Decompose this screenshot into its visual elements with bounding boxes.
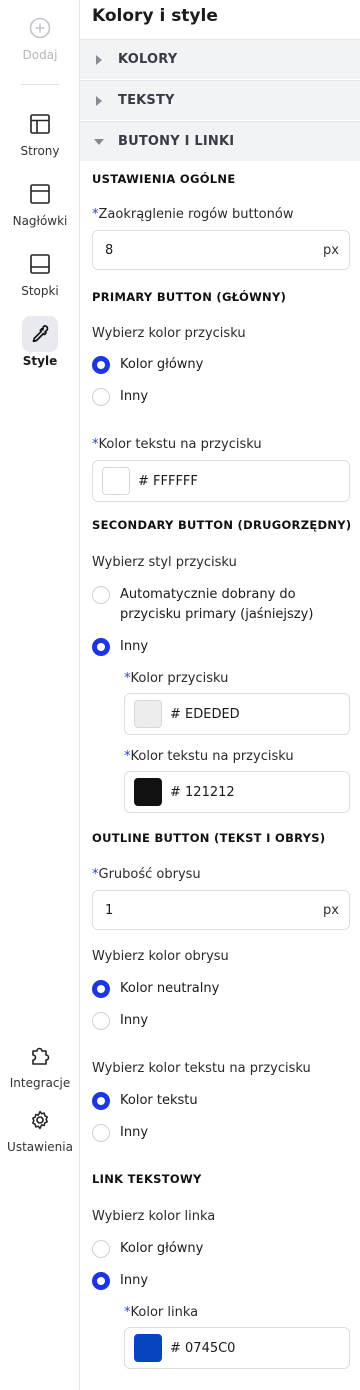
radio-dot: [92, 586, 110, 604]
outline-thickness-label: *Grubość obrysu: [92, 867, 201, 882]
radius-value: 8: [105, 242, 114, 258]
primary-text-color-field[interactable]: # FFFFFF: [92, 460, 350, 502]
rail-style-label: Style: [22, 354, 58, 368]
rail-divider: [20, 84, 60, 85]
plus-circle-icon: [22, 10, 58, 46]
primary-heading: PRIMARY BUTTON (GŁÓWNY): [92, 290, 287, 304]
color-hex: # EDEDED: [170, 706, 240, 722]
rail-integrations[interactable]: Integracje: [0, 1038, 80, 1090]
outline-text-radio-other[interactable]: Inny: [92, 1124, 148, 1143]
link-choose-label: Wybierz kolor linka: [92, 1209, 216, 1224]
left-rail: Dodaj Strony Nagłówki Stopki Style Integ…: [0, 0, 80, 1390]
rail-headers[interactable]: Nagłówki: [0, 176, 80, 228]
color-swatch[interactable]: [134, 778, 162, 806]
outline-thickness-unit: px: [323, 902, 339, 918]
eyedropper-icon: [22, 316, 58, 352]
primary-text-color-label: *Kolor tekstu na przycisku: [92, 437, 262, 452]
link-color-label: *Kolor linka: [124, 1305, 199, 1320]
secondary-choose-label: Wybierz styl przycisku: [92, 555, 237, 570]
outline-radio-other[interactable]: Inny: [92, 1012, 148, 1031]
outline-radio-neutral[interactable]: Kolor neutralny: [92, 980, 219, 999]
rail-style[interactable]: Style: [0, 316, 80, 368]
rail-footers[interactable]: Stopki: [0, 246, 80, 298]
rail-settings[interactable]: Ustawienia: [0, 1102, 80, 1154]
radio-dot: [92, 1124, 110, 1142]
rail-add[interactable]: Dodaj: [0, 10, 80, 62]
radio-dot: [92, 980, 110, 998]
styles-panel: Kolory i style KOLORY TEKSTY BUTONY I LI…: [80, 0, 360, 1390]
primary-radio-other[interactable]: Inny: [92, 388, 148, 407]
chevron-right-icon: [80, 95, 118, 106]
accordion-texts-label: TEKSTY: [118, 93, 175, 108]
outline-text-color-label: Wybierz kolor tekstu na przycisku: [92, 1061, 311, 1076]
accordion-buttons-links-label: BUTONY I LINKI: [118, 134, 235, 149]
radius-input[interactable]: 8 px: [92, 230, 350, 270]
chevron-down-icon: [80, 138, 118, 146]
accordion-colors[interactable]: KOLORY: [80, 39, 360, 79]
accordion-texts[interactable]: TEKSTY: [80, 80, 360, 120]
rail-integrations-label: Integracje: [9, 1076, 71, 1090]
color-swatch[interactable]: [134, 700, 162, 728]
rail-pages-label: Strony: [20, 144, 60, 158]
outline-heading: OUTLINE BUTTON (TEKST I OBRYS): [92, 831, 326, 845]
outline-thickness-input[interactable]: 1 px: [92, 890, 350, 930]
rail-footers-label: Stopki: [21, 284, 59, 298]
primary-radio-main[interactable]: Kolor główny: [92, 356, 203, 375]
radio-dot: [92, 388, 110, 406]
radius-unit: px: [323, 242, 339, 258]
outline-color-label: Wybierz kolor obrysu: [92, 949, 229, 964]
radio-dot: [92, 356, 110, 374]
secondary-button-color-field[interactable]: # EDEDED: [124, 693, 350, 735]
rail-settings-label: Ustawienia: [7, 1140, 73, 1154]
secondary-radio-auto[interactable]: Automatycznie dobrany do przycisku prima…: [92, 586, 342, 625]
puzzle-icon: [22, 1038, 58, 1074]
color-hex: # 121212: [170, 784, 235, 800]
accordion-buttons-links[interactable]: BUTONY I LINKI: [80, 121, 360, 161]
link-radio-main[interactable]: Kolor główny: [92, 1240, 203, 1259]
link-color-field[interactable]: # 0745C0: [124, 1327, 350, 1369]
outline-text-radio-text[interactable]: Kolor tekstu: [92, 1092, 198, 1111]
link-heading: LINK TEKSTOWY: [92, 1172, 202, 1186]
accordion-colors-label: KOLORY: [118, 52, 178, 67]
secondary-radio-other[interactable]: Inny: [92, 638, 148, 657]
color-hex: # 0745C0: [170, 1340, 236, 1356]
secondary-button-color-label: *Kolor przycisku: [124, 671, 229, 686]
footer-layout-icon: [22, 246, 58, 282]
radio-dot: [92, 638, 110, 656]
secondary-heading: SECONDARY BUTTON (DRUGORZĘDNY): [92, 518, 352, 532]
color-swatch[interactable]: [134, 1334, 162, 1362]
radio-dot: [92, 1272, 110, 1290]
secondary-text-color-field[interactable]: # 121212: [124, 771, 350, 813]
radio-dot: [92, 1012, 110, 1030]
color-swatch[interactable]: [102, 467, 130, 495]
outline-thickness-value: 1: [105, 902, 114, 918]
radio-dot: [92, 1092, 110, 1110]
rail-pages[interactable]: Strony: [0, 106, 80, 158]
general-heading: USTAWIENIA OGÓLNE: [92, 172, 236, 186]
gear-icon: [22, 1102, 58, 1138]
link-radio-other[interactable]: Inny: [92, 1272, 148, 1291]
layout-icon: [22, 106, 58, 142]
radius-label: *Zaokrąglenie rogów buttonów: [92, 207, 294, 222]
secondary-text-color-label: *Kolor tekstu na przycisku: [124, 749, 294, 764]
panel-title: Kolory i style: [92, 6, 218, 26]
header-layout-icon: [22, 176, 58, 212]
rail-add-label: Dodaj: [22, 48, 58, 62]
primary-choose-label: Wybierz kolor przycisku: [92, 326, 246, 341]
rail-headers-label: Nagłówki: [12, 214, 68, 228]
chevron-right-icon: [80, 54, 118, 65]
color-hex: # FFFFFF: [138, 473, 198, 489]
radio-dot: [92, 1240, 110, 1258]
